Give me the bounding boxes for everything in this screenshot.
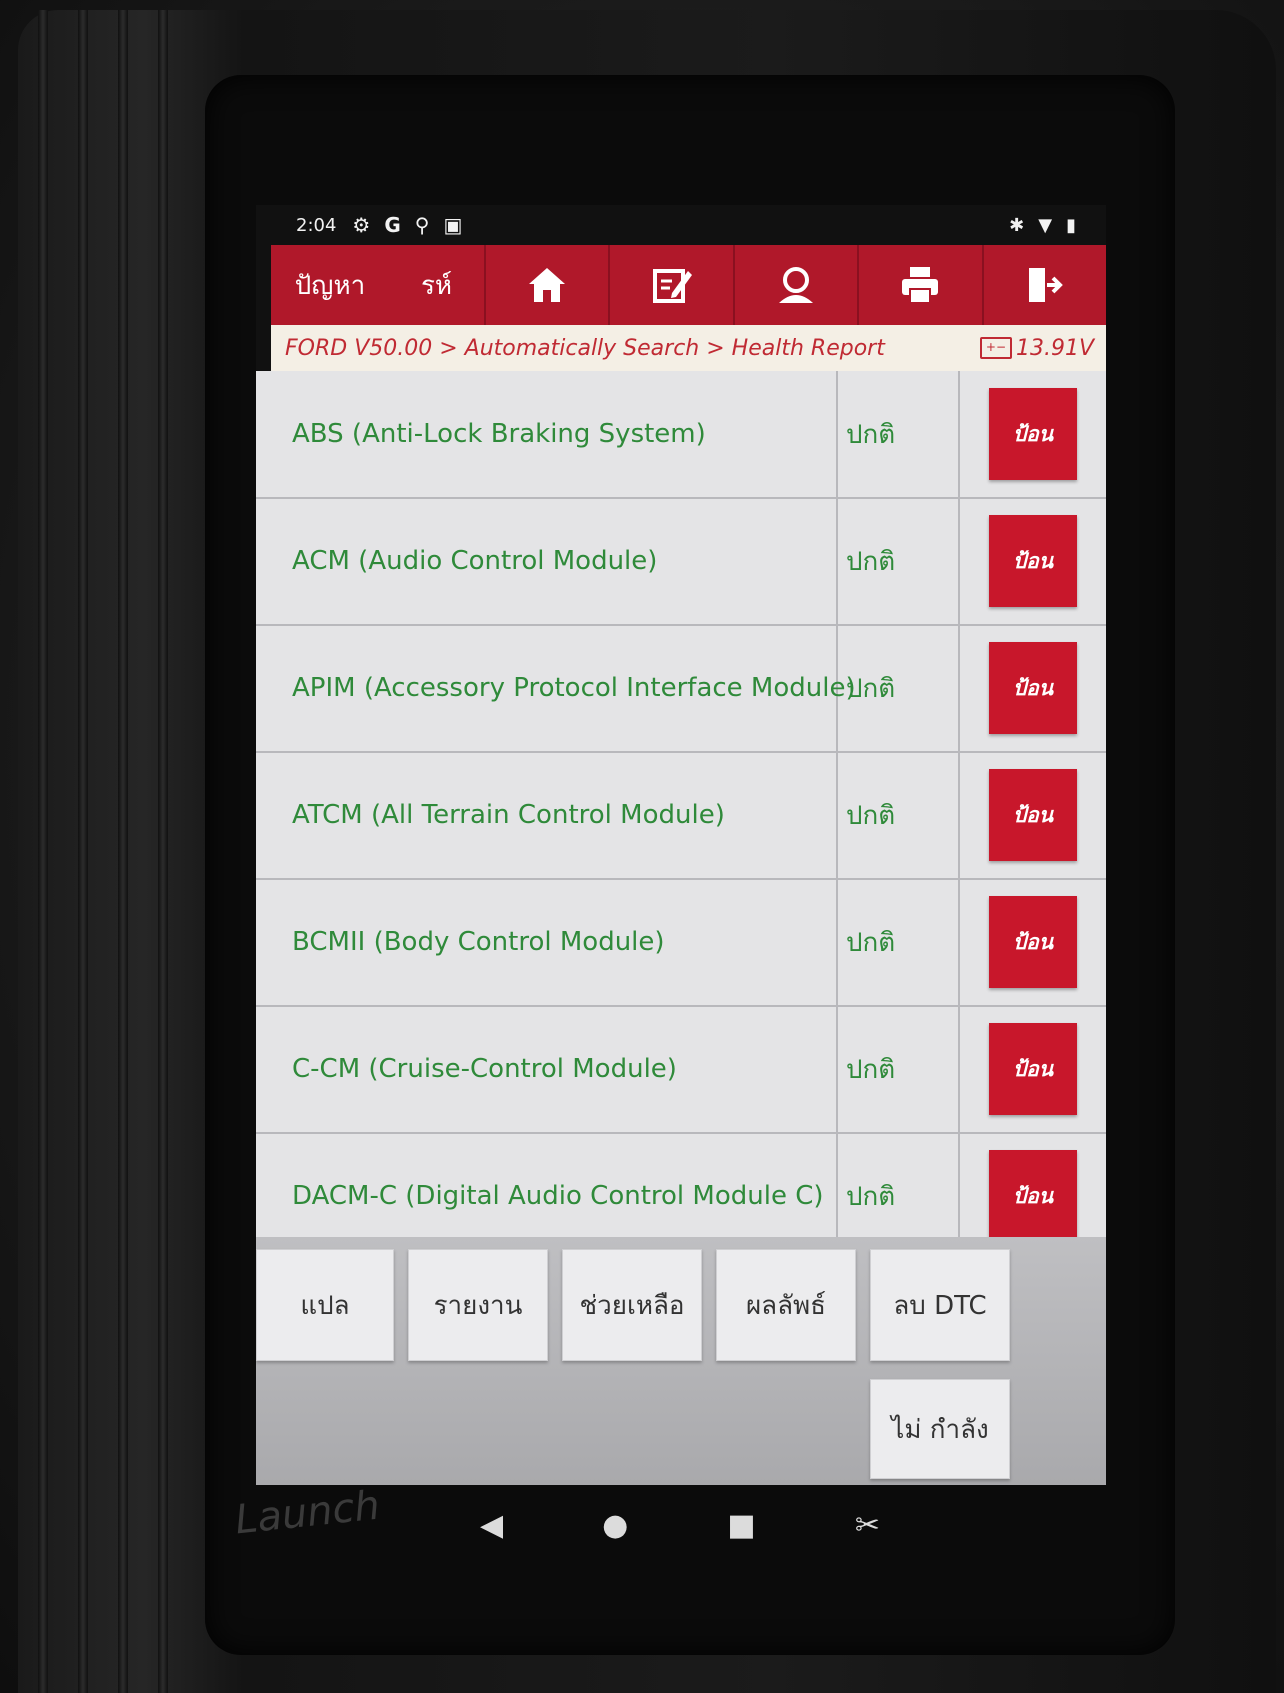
action-cell: ป้อน xyxy=(960,1133,1106,1237)
battery-icon: ▮ xyxy=(1066,214,1076,236)
action-cell: ป้อน xyxy=(960,498,1106,624)
enter-button[interactable]: ป้อน xyxy=(989,388,1077,480)
enter-button[interactable]: ป้อน xyxy=(989,769,1077,861)
user-button[interactable] xyxy=(732,245,857,325)
enter-button[interactable]: ป้อน xyxy=(989,1150,1077,1237)
voltage-value: 13.91V xyxy=(1015,335,1094,361)
table-row: ATCM (All Terrain Control Module) ปกติ ป… xyxy=(256,752,1106,880)
in-progress-button[interactable]: ไม่ กำลัง xyxy=(870,1379,1010,1479)
module-name: ABS (Anti-Lock Braking System) xyxy=(256,371,838,497)
bluetooth-icon: ✱ xyxy=(1009,214,1025,236)
result-button[interactable]: ผลลัพธ์ xyxy=(716,1249,856,1361)
module-status: ปกติ xyxy=(838,625,960,751)
enter-button[interactable]: ป้อน xyxy=(989,1023,1077,1115)
exit-icon xyxy=(1028,268,1063,302)
table-row: BCMII (Body Control Module) ปกติ ป้อน xyxy=(256,879,1106,1007)
action-cell: ป้อน xyxy=(960,625,1106,751)
module-status: ปกติ xyxy=(838,879,960,1005)
case-ridge xyxy=(118,10,128,1693)
action-cell: ป้อน xyxy=(960,371,1106,497)
translate-button[interactable]: แปล xyxy=(256,1249,394,1361)
home-icon xyxy=(529,268,566,302)
usb-icon: ⚲ xyxy=(414,213,430,237)
google-icon: G xyxy=(384,213,401,237)
table-row: ACM (Audio Control Module) ปกติ ป้อน xyxy=(256,498,1106,626)
report-button[interactable]: รายงาน xyxy=(408,1249,548,1361)
print-button[interactable] xyxy=(857,245,981,325)
case-ridge xyxy=(158,10,168,1693)
action-cell: ป้อน xyxy=(960,1006,1106,1132)
breadcrumb: FORD V50.00 > Automatically Search > Hea… xyxy=(271,325,1106,371)
device-screen: 2:04 ⚙ G ⚲ ▣ ✱ ▼ ▮ ปัญหา รห์ FORD V50.00… xyxy=(256,205,1106,1485)
clear-dtc-button[interactable]: ลบ DTC xyxy=(870,1249,1010,1361)
wifi-icon: ▼ xyxy=(1038,214,1053,236)
recents-icon[interactable]: ■ xyxy=(727,1508,755,1543)
clock: 2:04 xyxy=(296,214,337,236)
enter-button[interactable]: ป้อน xyxy=(989,515,1077,607)
module-status: ปกติ xyxy=(838,1133,960,1237)
action-cell: ป้อน xyxy=(960,879,1106,1005)
enter-button[interactable]: ป้อน xyxy=(989,896,1077,988)
image-icon: ▣ xyxy=(443,213,463,237)
top-navigation-bar: ปัญหา รห์ xyxy=(271,245,1106,325)
module-name: ACM (Audio Control Module) xyxy=(256,498,838,624)
enter-button[interactable]: ป้อน xyxy=(989,642,1077,734)
edit-button[interactable] xyxy=(608,245,732,325)
user-icon xyxy=(779,267,814,303)
screenshot-icon[interactable]: ✂ xyxy=(855,1508,880,1543)
status-bar: 2:04 ⚙ G ⚲ ▣ ✱ ▼ ▮ xyxy=(256,205,1106,245)
edit-icon xyxy=(652,269,692,303)
car-battery-icon: +− xyxy=(979,337,1012,359)
module-status: ปกติ xyxy=(838,752,960,878)
tab-problem[interactable]: ปัญหา xyxy=(271,245,389,325)
table-row: APIM (Accessory Protocol Interface Modul… xyxy=(256,625,1106,753)
module-status: ปกติ xyxy=(838,1006,960,1132)
bottom-toolbar: แปล รายงาน ช่วยเหลือ ผลลัพธ์ ลบ DTC ไม่ … xyxy=(256,1237,1106,1485)
case-ridge xyxy=(38,10,48,1693)
voltage-indicator: +− 13.91V xyxy=(979,335,1094,361)
table-row: DACM-C (Digital Audio Control Module C) … xyxy=(256,1133,1106,1237)
module-name: ATCM (All Terrain Control Module) xyxy=(256,752,838,878)
home-button[interactable] xyxy=(484,245,608,325)
system-navigation-bar: ◀ ● ■ ✂ xyxy=(480,1500,880,1550)
module-status: ปกติ xyxy=(838,498,960,624)
module-name: DACM-C (Digital Audio Control Module C) xyxy=(256,1133,838,1237)
home-circle-icon[interactable]: ● xyxy=(602,1508,628,1543)
tab-code[interactable]: รห์ xyxy=(389,245,484,325)
back-icon[interactable]: ◀ xyxy=(480,1508,503,1543)
table-row: C-CM (Cruise-Control Module) ปกติ ป้อน xyxy=(256,1006,1106,1134)
table-row: ABS (Anti-Lock Braking System) ปกติ ป้อน xyxy=(256,371,1106,499)
module-name: C-CM (Cruise-Control Module) xyxy=(256,1006,838,1132)
help-button[interactable]: ช่วยเหลือ xyxy=(562,1249,702,1361)
module-name: APIM (Accessory Protocol Interface Modul… xyxy=(256,625,856,751)
exit-button[interactable] xyxy=(981,245,1106,325)
print-icon xyxy=(902,267,939,304)
case-ridge xyxy=(78,10,88,1693)
module-name: BCMII (Body Control Module) xyxy=(256,879,838,1005)
settings-gear-icon: ⚙ xyxy=(352,213,371,237)
breadcrumb-path: FORD V50.00 > Automatically Search > Hea… xyxy=(285,335,885,361)
module-list: ABS (Anti-Lock Braking System) ปกติ ป้อน… xyxy=(256,371,1106,1237)
module-status: ปกติ xyxy=(838,371,960,497)
action-cell: ป้อน xyxy=(960,752,1106,878)
